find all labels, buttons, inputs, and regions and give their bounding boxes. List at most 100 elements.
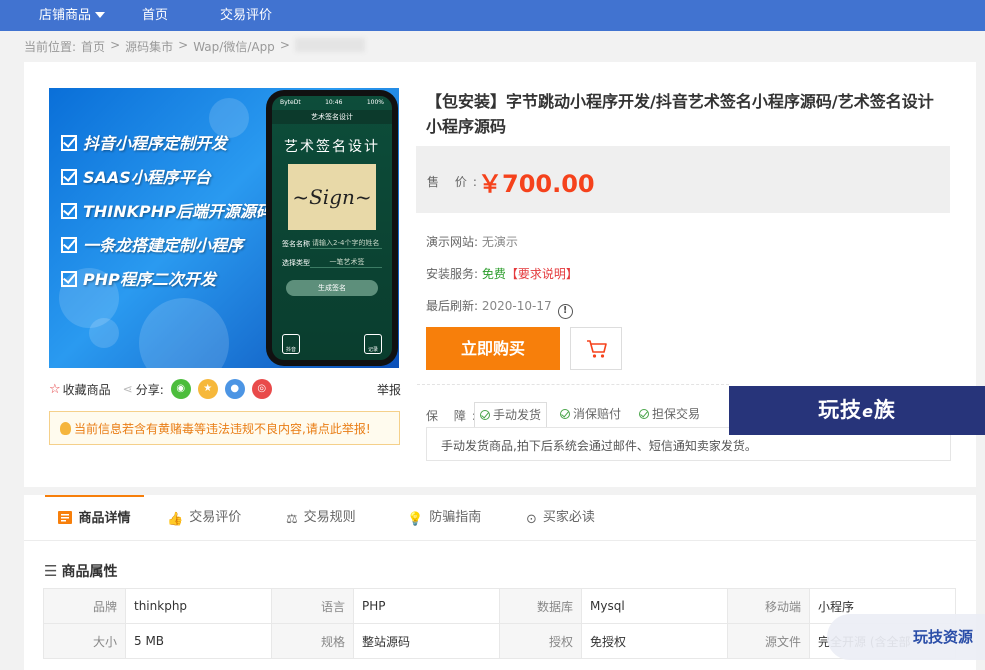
share-icon: ⋖ xyxy=(122,382,133,396)
phone-generate-button: 生成签名 xyxy=(286,280,378,296)
check-circle-icon xyxy=(639,409,649,419)
watermark-pill: 玩技资源 xyxy=(827,614,985,660)
breadcrumb-source-market[interactable]: 源码集市 xyxy=(125,38,173,55)
qzone-icon[interactable]: ★ xyxy=(197,379,218,399)
breadcrumb-label: 当前位置: xyxy=(24,40,77,54)
breadcrumb-wap[interactable]: Wap/微信/App xyxy=(193,38,275,55)
favorite-link[interactable]: 收藏商品 xyxy=(63,381,111,398)
weibo-icon[interactable]: ◎ xyxy=(251,379,272,399)
attr-value: Mysql xyxy=(581,588,728,624)
check-circle-icon xyxy=(560,409,570,419)
phone-mockup: ByteDt 10:46 100% 艺术签名设计 艺术签名设计 ~Sign~ 签名名… xyxy=(266,90,398,366)
checkbox-icon xyxy=(61,271,77,287)
thumbs-up-icon: 👍 xyxy=(167,512,184,527)
nav-reviews[interactable]: 交易评价 xyxy=(220,0,272,31)
nav-shop-goods[interactable]: 店铺商品 xyxy=(39,0,106,31)
phone-app-name: 艺术签名设计 xyxy=(272,110,392,124)
refresh-label: 最后刷新: xyxy=(426,299,479,313)
demo-site-value: 无演示 xyxy=(481,235,518,249)
install-label: 安装服务: xyxy=(426,267,479,281)
price-box: 售 价: ￥700.00 xyxy=(416,146,950,213)
bulb-icon: 💡 xyxy=(407,512,424,527)
chevron-down-icon xyxy=(95,11,106,18)
decor-bubble xyxy=(89,318,119,348)
scale-icon: ⚖ xyxy=(286,512,298,527)
phone-form-row: 选择类型 一笔艺术签 xyxy=(282,257,382,268)
demo-site-line: 演示网站: 无演示 xyxy=(426,233,518,250)
divider xyxy=(417,384,729,385)
report-link[interactable]: 举报 xyxy=(377,381,401,398)
add-to-cart-button[interactable] xyxy=(570,327,622,370)
checkbox-icon xyxy=(61,135,77,151)
tab-anti-fraud[interactable]: 💡 防骗指南 xyxy=(407,495,481,541)
warning-notice[interactable]: 当前信息若含有黄赌毒等违法违规不良内容,请点此举报! xyxy=(49,411,400,445)
attr-value: 免授权 xyxy=(581,623,728,659)
install-requirement-link[interactable]: 【要求说明】 xyxy=(506,267,578,281)
guarantee-tab-manual-delivery[interactable]: 手动发货 xyxy=(474,402,548,427)
attr-value: PHP xyxy=(353,588,500,624)
product-title: 【包安装】字节跳动小程序开发/抖音艺术签名小程序源码/艺术签名设计小程序源码 xyxy=(426,92,934,136)
attr-key: 源文件 xyxy=(727,623,810,659)
attr-key: 品牌 xyxy=(43,588,126,624)
demo-site-label: 演示网站: xyxy=(426,235,479,249)
checkbox-icon xyxy=(61,169,77,185)
breadcrumb-sep: > xyxy=(178,38,189,52)
check-circle-icon xyxy=(480,410,490,420)
feature-line: SAAS小程序平台 xyxy=(61,164,211,188)
price-label: 售 价: xyxy=(427,175,483,189)
top-nav: 店铺商品 首页 交易评价 xyxy=(0,0,985,31)
guarantee-tab-consumer-protection[interactable]: 消保赔付 xyxy=(555,402,626,427)
nav-shop-goods-label: 店铺商品 xyxy=(39,8,92,23)
product-image[interactable]: 抖音小程序定制开发 SAAS小程序平台 THINKPHP后端开源源码 一条龙搭建… xyxy=(49,88,399,368)
qq-icon[interactable]: ● xyxy=(224,379,245,399)
attr-key: 授权 xyxy=(499,623,582,659)
attr-value: 5 MB xyxy=(125,623,272,659)
target-icon: ⊙ xyxy=(526,512,537,527)
tab-reviews[interactable]: 👍 交易评价 xyxy=(167,495,241,541)
feature-line: 一条龙搭建定制小程序 xyxy=(61,232,243,256)
breadcrumb-home[interactable]: 首页 xyxy=(81,38,105,55)
cart-icon xyxy=(587,340,607,358)
attributes-heading: ☰ 商品属性 xyxy=(44,562,118,580)
feature-line: THINKPHP后端开源源码 xyxy=(61,198,272,222)
guarantee-tab-escrow[interactable]: 担保交易 xyxy=(634,402,705,427)
attr-key: 语言 xyxy=(271,588,354,624)
favorite-share-row: ☆ 收藏商品 ⋖ 分享: ◉ ★ ● ◎ 举报 xyxy=(49,379,401,399)
table-row: 大小5 MB 规格整站源码 授权免授权 源文件完全开源 (含全部 xyxy=(43,623,956,659)
detail-tabs: 商品详情 👍 交易评价 ⚖ 交易规则 💡 防骗指南 ⊙ 买家必读 xyxy=(24,495,976,541)
phone-screen: ByteDt 10:46 100% 艺术签名设计 艺术签名设计 ~Sign~ 签名名… xyxy=(272,96,392,360)
tab-buyer-must-read[interactable]: ⊙ 买家必读 xyxy=(526,495,595,541)
info-icon[interactable]: ! xyxy=(557,304,573,319)
breadcrumb-sep: > xyxy=(279,38,290,52)
attr-key: 数据库 xyxy=(499,588,582,624)
phone-title: 艺术签名设计 xyxy=(284,139,380,155)
document-icon xyxy=(58,499,73,543)
attr-key: 规格 xyxy=(271,623,354,659)
install-service-line: 安装服务: 免费【要求说明】 xyxy=(426,265,578,282)
refresh-line: 最后刷新: 2020-10-17! xyxy=(426,297,573,319)
nav-home[interactable]: 首页 xyxy=(142,0,168,31)
feature-line: PHP程序二次开发 xyxy=(61,266,216,290)
share-label: 分享: xyxy=(135,382,164,397)
breadcrumb: 当前位置: 首页 > 源码集市 > Wap/微信/App > xyxy=(24,38,370,55)
wechat-icon[interactable]: ◉ xyxy=(170,379,191,399)
buy-now-button[interactable]: 立即购买 xyxy=(426,327,560,370)
attr-value: 整站源码 xyxy=(353,623,500,659)
decor-bubble xyxy=(139,298,229,368)
signature-sample: ~Sign~ xyxy=(288,164,376,230)
attr-value: thinkphp xyxy=(125,588,272,624)
attributes-table: 品牌 thinkphp 语言 PHP 数据库 Mysql 移动端 小程序 大小 5 MB … xyxy=(43,588,956,659)
price-value: ￥700.00 xyxy=(478,170,595,198)
tab-trade-rules[interactable]: ⚖ 交易规则 xyxy=(286,495,356,541)
checkbox-icon xyxy=(61,237,77,253)
list-search-icon: ☰ xyxy=(44,562,58,580)
refresh-value: 2020-10-17 xyxy=(481,299,552,313)
tab-product-details[interactable]: 商品详情 xyxy=(45,495,144,541)
attr-key: 大小 xyxy=(43,623,126,659)
breadcrumb-sep: > xyxy=(110,38,121,52)
phone-status-bar: ByteDt 10:46 100% xyxy=(280,99,384,106)
install-value: 免费 xyxy=(481,267,506,281)
warning-text: 当前信息若含有黄赌毒等违法违规不良内容,请点此举报! xyxy=(74,422,371,436)
table-row: 品牌 thinkphp 语言 PHP 数据库 Mysql 移动端 小程序 xyxy=(43,588,956,624)
feature-line: 抖音小程序定制开发 xyxy=(61,130,227,154)
